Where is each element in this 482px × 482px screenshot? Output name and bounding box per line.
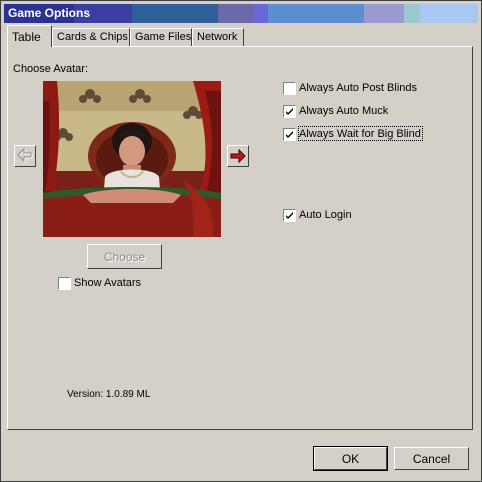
- tab-label: Network: [197, 31, 238, 43]
- wait-big-blind-label: Always Wait for Big Blind: [298, 126, 423, 141]
- right-arrow-icon: [230, 148, 246, 164]
- avatar-image: [43, 81, 221, 237]
- auto-login-label: Auto Login: [299, 209, 352, 221]
- checkmark-icon: [286, 108, 293, 115]
- cancel-label: Cancel: [412, 451, 451, 466]
- checkmark-icon: [286, 212, 293, 219]
- next-avatar-button[interactable]: [227, 145, 249, 167]
- version-text: Version: 1.0.89 ML: [67, 389, 151, 400]
- title-bar-segment: [364, 4, 404, 23]
- show-avatars-label: Show Avatars: [74, 277, 142, 289]
- game-options-dialog: Game Options Table Cards & Chips Game Fi…: [0, 0, 482, 482]
- choose-avatar-heading: Choose Avatar:: [13, 63, 89, 75]
- show-avatars-checkbox[interactable]: [58, 277, 71, 290]
- tab-cards-chips[interactable]: Cards & Chips: [52, 28, 130, 46]
- tab-game-files[interactable]: Game Files: [130, 28, 192, 46]
- left-arrow-icon: [17, 147, 33, 164]
- choose-label: Choose: [103, 249, 146, 264]
- title-bar-segment: [254, 4, 268, 23]
- auto-post-blinds-label: Always Auto Post Blinds: [299, 82, 418, 94]
- window-title: Game Options: [8, 6, 91, 20]
- auto-login-checkbox[interactable]: [283, 209, 296, 222]
- auto-muck-checkbox[interactable]: [283, 105, 296, 118]
- choose-avatar-button[interactable]: Choose: [87, 244, 162, 269]
- title-bar-segment: [268, 4, 364, 23]
- title-bar[interactable]: Game Options: [4, 4, 478, 23]
- auto-post-blinds-checkbox[interactable]: [283, 82, 296, 95]
- tab-label: Cards & Chips: [57, 31, 128, 43]
- tab-network[interactable]: Network: [192, 28, 244, 46]
- tab-label: Game Files: [135, 31, 192, 43]
- wait-big-blind-checkbox[interactable]: [283, 128, 296, 141]
- title-bar-segment: [404, 4, 420, 23]
- title-bar-segment: [420, 4, 478, 23]
- previous-avatar-button[interactable]: [14, 145, 36, 167]
- avatar-portrait: [43, 81, 221, 237]
- checkmark-icon: [286, 131, 293, 138]
- auto-muck-label: Always Auto Muck: [299, 105, 389, 117]
- tab-table[interactable]: Table: [7, 25, 52, 47]
- ok-button[interactable]: OK: [313, 446, 388, 471]
- ok-label: OK: [341, 451, 360, 466]
- cancel-button[interactable]: Cancel: [394, 447, 469, 470]
- title-bar-segment: [132, 4, 218, 23]
- tab-label: Table: [12, 30, 41, 44]
- title-bar-segment: [218, 4, 254, 23]
